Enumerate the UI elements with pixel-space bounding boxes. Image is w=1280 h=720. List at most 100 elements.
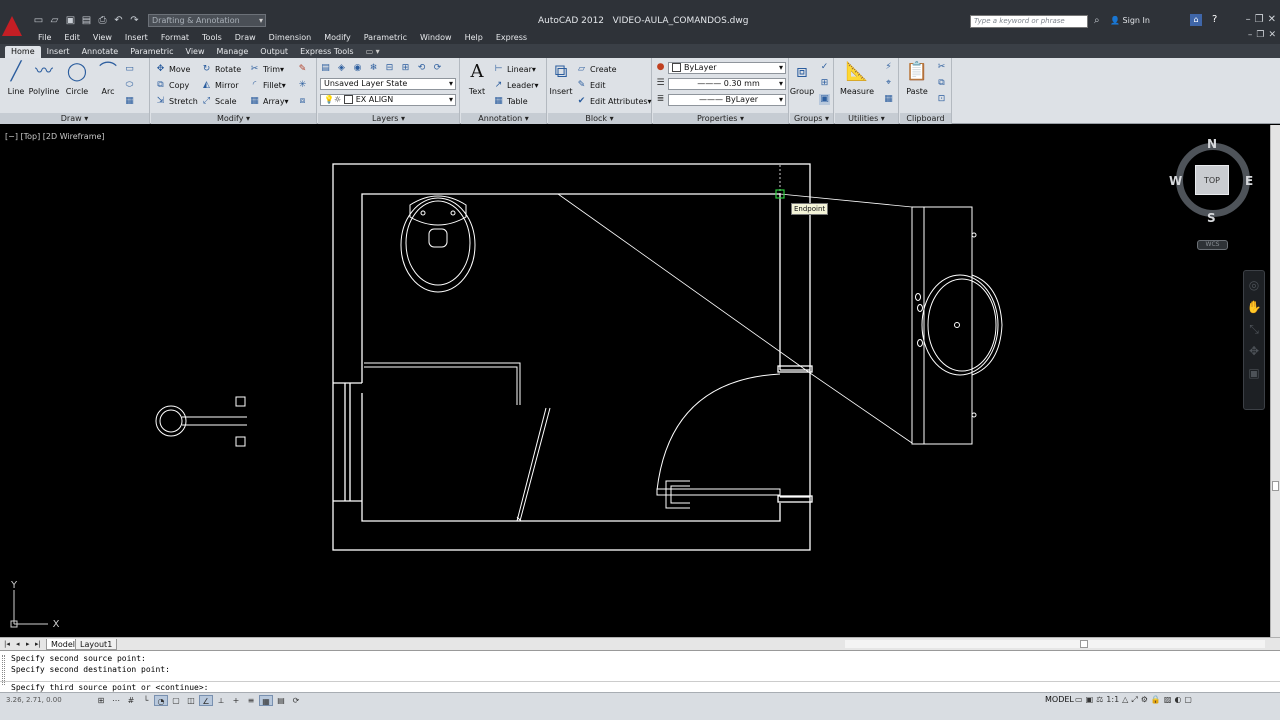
pan-icon[interactable]: ✋: [1246, 299, 1262, 315]
lineweight-dropdown[interactable]: ——— 0.30 mm: [668, 78, 786, 90]
edit-block-button[interactable]: ✎ Edit: [576, 78, 606, 92]
isolate-objects-icon[interactable]: ◐: [1174, 695, 1181, 705]
wcs-menu[interactable]: WCS: [1197, 240, 1228, 250]
layer-previous-icon[interactable]: ⟲: [416, 63, 427, 74]
auto-scale-icon[interactable]: ⤢: [1131, 695, 1137, 705]
fillet-button[interactable]: ◜ Fillet ▾: [249, 78, 286, 92]
linetype-dropdown[interactable]: ——— ByLayer: [668, 94, 786, 106]
layer-lock-icon[interactable]: ⊟: [384, 63, 395, 74]
selection-cycling-icon[interactable]: ⟳: [289, 695, 303, 706]
3d-object-snap-icon[interactable]: ◫: [184, 695, 198, 706]
layers-panel-title[interactable]: Layers ▾: [318, 113, 459, 124]
prev-layout-icon[interactable]: ◂: [16, 640, 20, 648]
layer-match-icon[interactable]: ⊞: [400, 63, 411, 74]
vertical-scroll-thumb[interactable]: [1272, 481, 1279, 491]
explode-button[interactable]: ✳: [297, 78, 311, 92]
move-button[interactable]: ✥ Move: [155, 62, 191, 76]
quick-select-icon[interactable]: ⚡: [883, 62, 894, 73]
help-search-input[interactable]: Type a keyword or phrase: [970, 15, 1088, 28]
compass-west[interactable]: W: [1169, 174, 1182, 188]
menu-item-parametric[interactable]: Parametric: [364, 33, 407, 42]
group-edit-icon[interactable]: ⊞: [819, 78, 830, 89]
save-icon[interactable]: ▣: [64, 15, 77, 27]
layer-state-dropdown[interactable]: Unsaved Layer State: [320, 78, 456, 90]
viewcube[interactable]: TOP N S E W: [1169, 137, 1254, 225]
text-button[interactable]: A Text: [461, 60, 493, 96]
quick-view-drawings-icon[interactable]: ▣: [1086, 695, 1094, 705]
offset-button[interactable]: ⧈: [297, 94, 311, 108]
undo-icon[interactable]: ↶: [112, 15, 125, 27]
menu-item-format[interactable]: Format: [161, 33, 189, 42]
hatch-button[interactable]: ▦: [124, 94, 138, 108]
snap-mode-icon[interactable]: ⋯: [109, 695, 123, 706]
copy-base-icon[interactable]: ⊡: [936, 94, 947, 105]
showmotion-icon[interactable]: ▣: [1246, 365, 1262, 381]
drawing-geometry[interactable]: Y X: [0, 125, 1270, 637]
tab-view[interactable]: View: [180, 46, 211, 58]
match-properties-icon[interactable]: ●: [655, 62, 666, 73]
calculator-icon[interactable]: ▦: [883, 94, 894, 105]
tab-parametric[interactable]: Parametric: [124, 46, 179, 58]
tab-home[interactable]: Home: [5, 46, 41, 58]
mirror-button[interactable]: ◭ Mirror: [201, 78, 239, 92]
lineweight-toggle-icon[interactable]: ≡: [244, 695, 258, 706]
first-layout-icon[interactable]: |◂: [4, 640, 10, 648]
layer-freeze-icon[interactable]: ❄: [368, 63, 379, 74]
ortho-mode-icon[interactable]: └: [139, 695, 153, 706]
array-button[interactable]: ▦ Array ▾: [249, 94, 288, 108]
menu-item-modify[interactable]: Modify: [324, 33, 351, 42]
compass-south[interactable]: S: [1207, 211, 1216, 225]
object-snap-icon[interactable]: ▢: [169, 695, 183, 706]
object-snap-tracking-icon[interactable]: ∠: [199, 695, 213, 706]
menu-item-tools[interactable]: Tools: [202, 33, 222, 42]
hardware-acceleration-icon[interactable]: ▨: [1164, 695, 1172, 705]
next-layout-icon[interactable]: ▸: [26, 640, 30, 648]
infer-constraints-icon[interactable]: ⊞: [94, 695, 108, 706]
tab-layout1[interactable]: Layout1: [75, 639, 118, 650]
minimize-icon[interactable]: –: [1246, 14, 1251, 25]
dynamic-input-icon[interactable]: +: [229, 695, 243, 706]
table-button[interactable]: ▦ Table: [493, 94, 527, 108]
group-selection-icon[interactable]: ▣: [819, 94, 830, 105]
compass-north[interactable]: N: [1207, 137, 1217, 151]
annotation-visibility-icon[interactable]: △: [1122, 695, 1128, 705]
ungroup-icon[interactable]: ✓: [819, 62, 830, 73]
layer-walk-icon[interactable]: ⟳: [432, 63, 443, 74]
layer-properties-icon[interactable]: ▤: [320, 63, 331, 74]
zoom-extents-icon[interactable]: ⤡: [1246, 321, 1262, 337]
quick-properties-icon[interactable]: ▤: [274, 695, 288, 706]
new-icon[interactable]: ▭: [32, 15, 45, 27]
compass-east[interactable]: E: [1245, 174, 1253, 188]
tab-express-tools[interactable]: Express Tools: [294, 46, 360, 58]
insert-block-button[interactable]: ⧉ Insert: [545, 60, 577, 96]
properties-panel-title[interactable]: Properties ▾: [653, 113, 788, 124]
tab-output[interactable]: Output: [254, 46, 294, 58]
menu-item-insert[interactable]: Insert: [125, 33, 148, 42]
doc-restore-icon[interactable]: ❐: [1256, 30, 1264, 40]
menu-item-dimension[interactable]: Dimension: [269, 33, 312, 42]
ellipse-button[interactable]: ⬭: [124, 78, 138, 92]
lock-ui-icon[interactable]: 🔒: [1151, 695, 1161, 705]
paste-button[interactable]: 📋 Paste: [902, 60, 932, 96]
doc-minimize-icon[interactable]: –: [1248, 30, 1253, 40]
saveas-icon[interactable]: ▤: [80, 15, 93, 27]
model-space-toggle[interactable]: MODEL: [1045, 695, 1074, 704]
color-dropdown[interactable]: ByLayer: [668, 62, 786, 74]
layer-dropdown[interactable]: 💡☼ EX ALIGN: [320, 94, 456, 106]
clean-screen-icon[interactable]: ▢: [1184, 695, 1192, 705]
point-style-icon[interactable]: ⌖: [883, 78, 894, 89]
dynamic-ucs-icon[interactable]: ⟂: [214, 695, 228, 706]
erase-button[interactable]: ✎: [297, 62, 311, 76]
ribbon-minimize-icon[interactable]: ▭ ▾: [360, 46, 380, 58]
trim-button[interactable]: ✂ Trim ▾: [249, 62, 284, 76]
measure-button[interactable]: 📐 Measure: [837, 60, 877, 96]
workspace-switch-icon[interactable]: ⚙: [1141, 695, 1148, 705]
exchange-icon[interactable]: ⌂: [1190, 14, 1202, 26]
doc-close-icon[interactable]: ✕: [1268, 30, 1276, 40]
polyline-button[interactable]: 〰 Polyline: [28, 60, 60, 96]
menu-item-express[interactable]: Express: [496, 33, 527, 42]
menu-item-edit[interactable]: Edit: [64, 33, 80, 42]
orbit-icon[interactable]: ✥: [1246, 343, 1262, 359]
grid-display-icon[interactable]: #: [124, 695, 138, 706]
linear-dimension-button[interactable]: ⊢ Linear ▾: [493, 62, 536, 76]
